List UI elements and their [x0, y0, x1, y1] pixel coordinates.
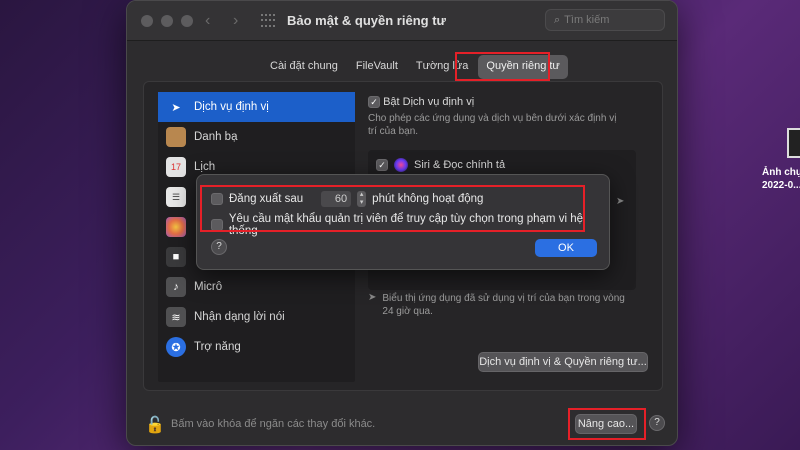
location-arrow-icon: ➤	[368, 292, 377, 303]
show-all-grid-icon[interactable]	[261, 14, 275, 28]
location-arrow-icon: ➤	[171, 101, 181, 114]
camera-icon: ■	[166, 247, 186, 267]
photos-icon	[166, 217, 186, 237]
ok-button[interactable]: OK	[535, 239, 597, 257]
close-button[interactable]	[141, 15, 153, 27]
lock-icon[interactable]: 🔓	[145, 415, 165, 435]
enable-location-checkbox[interactable]: ✓	[368, 96, 380, 109]
back-icon[interactable]: ‹	[205, 12, 210, 30]
highlight-privacy-tab	[455, 52, 550, 81]
titlebar: ‹ › Bảo mật & quyền riêng tư ⌕ Tìm kiếm	[127, 1, 677, 41]
reminders-icon: ☰	[166, 187, 186, 207]
highlight-advanced-button	[568, 408, 646, 440]
search-input[interactable]: ⌕ Tìm kiếm	[545, 9, 665, 31]
forward-icon[interactable]: ›	[233, 12, 238, 30]
window-title: Bảo mật & quyền riêng tư	[287, 13, 446, 28]
location-arrow-icon: ➤	[616, 196, 625, 207]
microphone-icon: ♪	[166, 277, 186, 297]
sidebar-item-speech-recognition[interactable]: ≋ Nhận dạng lời nói	[158, 302, 355, 332]
siri-icon	[394, 158, 408, 172]
sheet-help-button[interactable]: ?	[211, 239, 227, 255]
lock-hint-text: Bấm vào khóa để ngăn các thay đổi khác.	[171, 418, 376, 430]
location-privacy-details-button[interactable]: Dịch vụ định vị & Quyền riêng tư...	[478, 352, 648, 372]
location-description: Cho phép các ứng dụng và dịch vụ bên dướ…	[368, 113, 617, 138]
sidebar-item-microphone[interactable]: ♪ Micrô	[158, 272, 355, 302]
recent-use-note: ➤ Biểu thị ứng dụng đã sử dụng vị trí củ…	[368, 292, 625, 317]
contacts-icon	[166, 127, 186, 147]
sidebar-item-location[interactable]: ➤ Dịch vụ định vị	[158, 92, 355, 122]
desktop-file-label: Ảnh chụp 2022-0...	[762, 167, 800, 191]
app-checkbox[interactable]: ✓	[376, 159, 388, 171]
enable-location-row[interactable]: ✓ Bật Dịch vụ định vị	[368, 96, 652, 109]
sidebar-item-accessibility[interactable]: ✪ Trợ năng	[158, 332, 355, 362]
tab-general[interactable]: Cài đặt chung	[262, 55, 346, 79]
desktop-file[interactable]: Ảnh chụp 2022-0...	[762, 128, 800, 192]
calendar-icon: 17	[166, 157, 186, 177]
highlight-advanced-options	[200, 185, 585, 232]
minimize-button[interactable]	[161, 15, 173, 27]
sidebar-item-contacts[interactable]: Danh bạ	[158, 122, 355, 152]
help-button[interactable]: ?	[649, 415, 665, 431]
screenshot-thumbnail-icon	[787, 128, 800, 158]
search-icon: ⌕	[554, 14, 561, 26]
accessibility-icon: ✪	[166, 337, 186, 357]
waveform-icon: ≋	[166, 307, 186, 327]
tab-filevault[interactable]: FileVault	[348, 55, 406, 79]
list-item[interactable]: ✓ Siri & Đọc chính tả	[376, 158, 505, 172]
zoom-button[interactable]	[181, 15, 193, 27]
